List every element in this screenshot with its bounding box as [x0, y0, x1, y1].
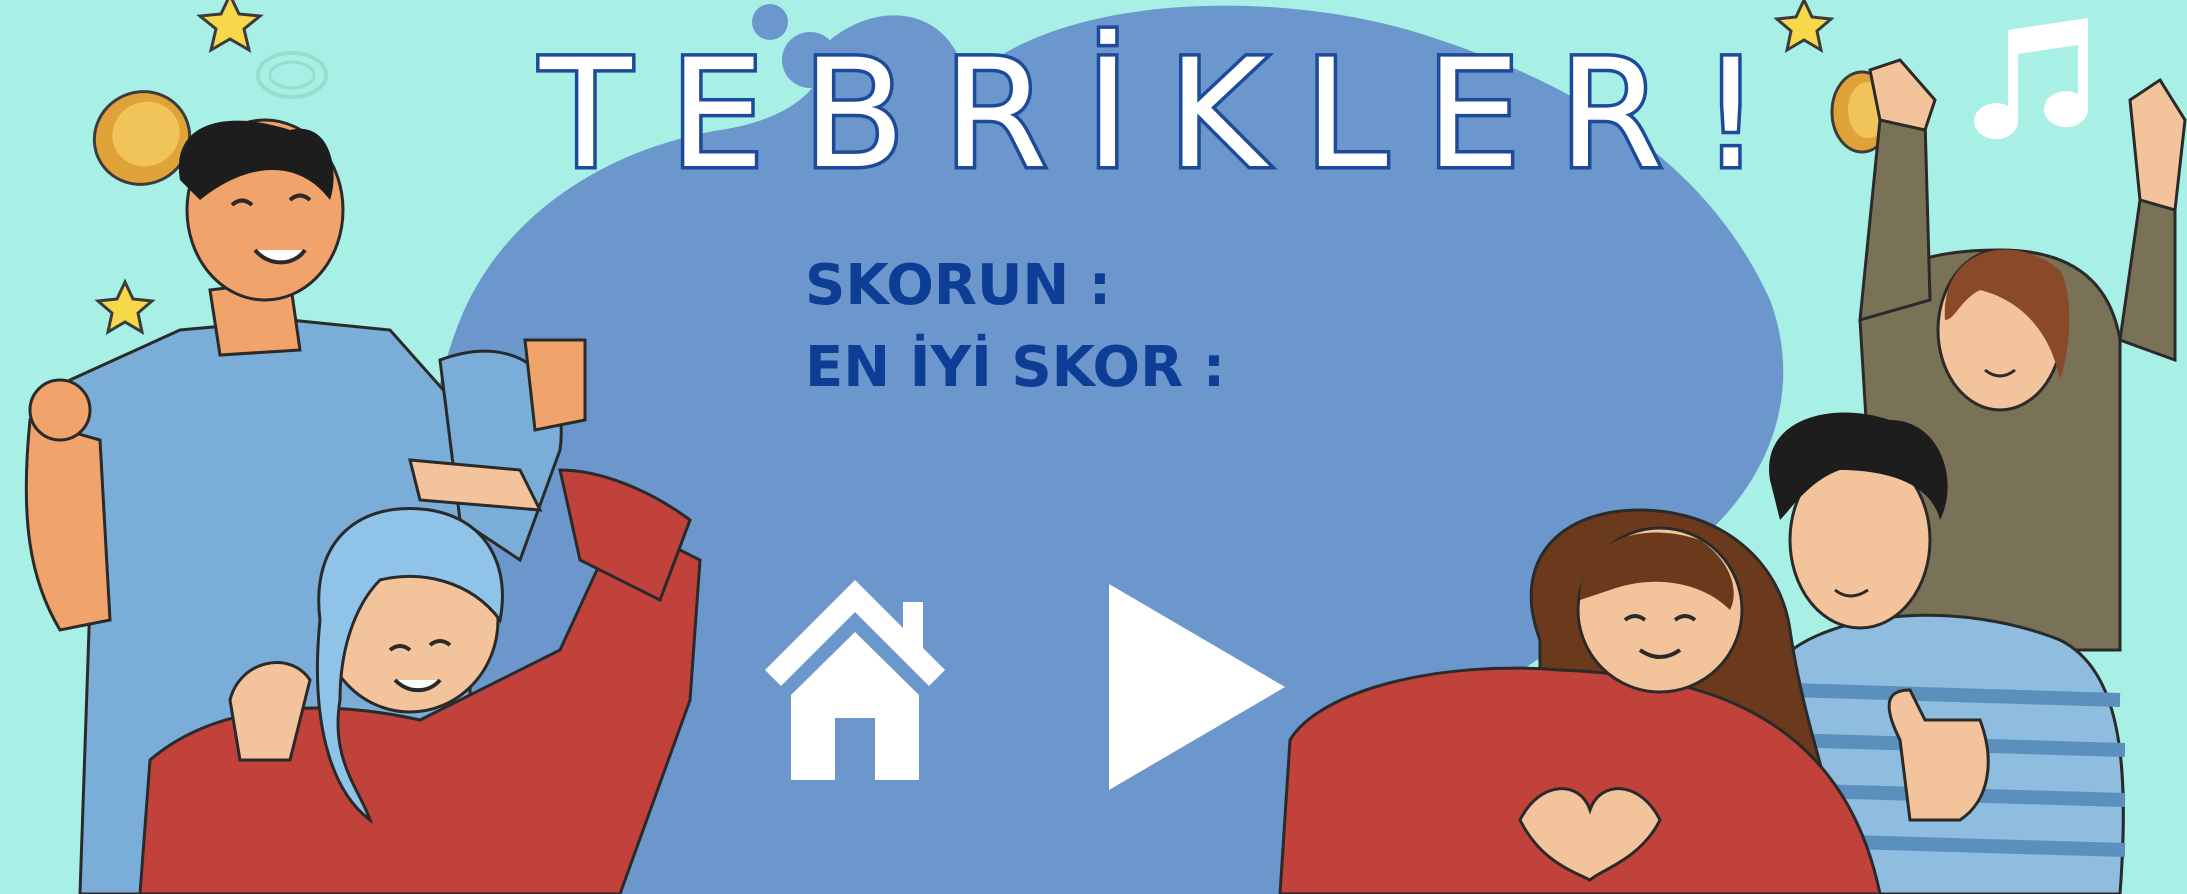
play-icon — [1109, 584, 1285, 790]
best-score-label: EN İYİ SKOR : — [805, 335, 1226, 400]
play-button[interactable] — [1105, 580, 1290, 795]
score-label: SKORUN : — [805, 253, 1112, 318]
home-icon — [765, 580, 945, 780]
game-over-screen: TEBRİKLER! SKORUN : EN İYİ SKOR : — [0, 0, 2187, 894]
home-button[interactable] — [755, 570, 955, 785]
woman-heart-hands — [1278, 508, 1882, 894]
page-title: TEBRİKLER! — [537, 28, 1799, 202]
